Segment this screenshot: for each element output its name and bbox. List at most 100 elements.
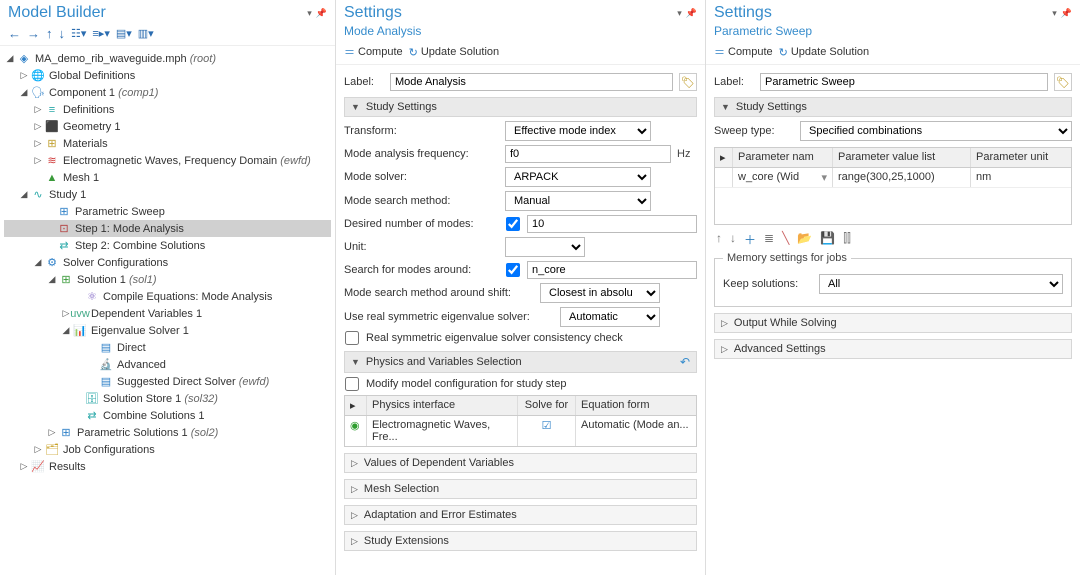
expand-icon[interactable]: ▷ <box>32 155 44 166</box>
tree-step1[interactable]: Step 1: Mode Analysis <box>75 223 184 235</box>
chart-icon[interactable]: ⫿⫿ <box>843 231 851 248</box>
around-input[interactable] <box>527 261 697 279</box>
dropdown-icon[interactable]: ▾ <box>677 8 682 19</box>
tree-advanced[interactable]: Advanced <box>117 359 166 371</box>
move-up-icon[interactable]: ↑ <box>716 231 722 248</box>
open-icon[interactable]: 📂 <box>797 231 812 248</box>
search-select[interactable]: Manual <box>505 191 651 211</box>
tree-sol1[interactable]: Solution 1 (sol1) <box>77 274 157 286</box>
transform-select[interactable]: Effective mode index <box>505 121 651 141</box>
unit-select[interactable] <box>505 237 585 257</box>
section-study-settings[interactable]: ▼Study Settings <box>714 97 1072 117</box>
expand-icon[interactable]: ◢ <box>4 53 16 64</box>
tree-component[interactable]: Component 1 (comp1) <box>49 87 158 99</box>
expand-icon[interactable]: ▷ <box>18 70 30 81</box>
param-values-cell[interactable]: range(300,25,1000) <box>833 168 971 187</box>
modify-checkbox[interactable] <box>344 377 360 391</box>
compute-button[interactable]: ＝Compute <box>714 44 773 60</box>
reset-icon[interactable]: ↶ <box>680 355 690 369</box>
tree-root[interactable]: MA_demo_rib_waveguide.mph (root) <box>35 53 216 65</box>
solve-check-icon[interactable]: ☑ <box>542 420 552 432</box>
move-down-icon[interactable]: ↓ <box>730 231 736 248</box>
parameter-row[interactable]: w_core (Wid ▾ range(300,25,1000) nm <box>715 168 1071 188</box>
pin-icon[interactable]: 📌 <box>1061 8 1072 19</box>
expand-icon[interactable]: ▷ <box>18 461 30 472</box>
tree-eigensolver[interactable]: Eigenvalue Solver 1 <box>91 325 189 337</box>
expand-icon[interactable]: ▷ <box>32 444 44 455</box>
label-input[interactable] <box>390 73 673 91</box>
nav-down-icon[interactable]: ↓ <box>59 26 66 41</box>
expand-icon[interactable]: ▷ <box>32 138 44 149</box>
add-icon[interactable]: ＋ <box>744 231 756 248</box>
physics-row[interactable]: ◉ Electromagnetic Waves, Fre... ☑ Automa… <box>345 416 696 446</box>
tree-definitions[interactable]: Definitions <box>63 104 114 116</box>
tree-depvars[interactable]: Dependent Variables 1 <box>91 308 202 320</box>
section-advanced[interactable]: ▷Advanced Settings <box>714 339 1072 359</box>
tree-global-definitions[interactable]: Global Definitions <box>49 70 135 82</box>
expand-icon[interactable]: ◢ <box>18 87 30 98</box>
tree-materials[interactable]: Materials <box>63 138 108 150</box>
modes-checkbox[interactable] <box>505 217 521 231</box>
tree-mesh[interactable]: Mesh 1 <box>63 172 99 184</box>
tree-compile[interactable]: Compile Equations: Mode Analysis <box>103 291 272 303</box>
tree-jobs[interactable]: Job Configurations <box>63 444 155 456</box>
tag-icon[interactable]: 🏷 <box>1054 73 1072 91</box>
expand-all-icon[interactable]: ☷▾ <box>71 27 86 40</box>
tree-psol[interactable]: Parametric Solutions 1 (sol2) <box>77 427 218 439</box>
tree-emwaves[interactable]: Electromagnetic Waves, Frequency Domain … <box>63 155 311 167</box>
tag-icon[interactable]: 🏷 <box>679 73 697 91</box>
tree-study[interactable]: Study 1 <box>49 189 86 201</box>
param-unit-cell[interactable]: nm <box>971 168 1071 187</box>
expand-icon[interactable]: ◢ <box>18 189 30 200</box>
show-icon[interactable]: ▤▾ <box>116 27 132 40</box>
expand-icon[interactable]: ▷ <box>46 427 58 438</box>
dropdown-icon[interactable]: ▾ <box>1052 8 1057 19</box>
expand-icon[interactable]: ◢ <box>46 274 58 285</box>
collapse-icon[interactable]: ≡▸▾ <box>92 27 109 40</box>
save-icon[interactable]: 💾 <box>820 231 835 248</box>
tree-solver-configs[interactable]: Solver Configurations <box>63 257 168 269</box>
tree-direct[interactable]: Direct <box>117 342 146 354</box>
freq-input[interactable] <box>505 145 671 163</box>
tree-step2[interactable]: Step 2: Combine Solutions <box>75 240 205 252</box>
tree-store[interactable]: Solution Store 1 (sol32) <box>103 393 218 405</box>
dropdown-icon[interactable]: ▾ <box>307 8 312 19</box>
dropdown-icon[interactable]: ▾ <box>821 171 827 184</box>
tree-parametric-sweep[interactable]: Parametric Sweep <box>75 206 165 218</box>
expand-icon[interactable]: ◢ <box>32 257 44 268</box>
tree-combine-sol[interactable]: Combine Solutions 1 <box>103 410 205 422</box>
expand-icon[interactable]: ◢ <box>60 325 72 336</box>
list-icon[interactable]: ≣ <box>764 231 774 248</box>
section-ext[interactable]: ▷Study Extensions <box>344 531 697 551</box>
realsym-select[interactable]: Automatic <box>560 307 660 327</box>
shift-select[interactable]: Closest in absolu <box>540 283 660 303</box>
section-adapt[interactable]: ▷Adaptation and Error Estimates <box>344 505 697 525</box>
solver-select[interactable]: ARPACK <box>505 167 651 187</box>
expand-icon[interactable]: ▷ <box>32 121 44 132</box>
section-mesh[interactable]: ▷Mesh Selection <box>344 479 697 499</box>
section-study-settings[interactable]: ▼Study Settings <box>344 97 697 117</box>
pin-icon[interactable]: 📌 <box>686 8 697 19</box>
label-input[interactable] <box>760 73 1048 91</box>
clear-icon[interactable]: ╲ <box>782 231 789 248</box>
section-dep-vars[interactable]: ▷Values of Dependent Variables <box>344 453 697 473</box>
modes-input[interactable] <box>527 215 697 233</box>
update-solution-button[interactable]: ↻Update Solution <box>409 46 500 59</box>
keep-select[interactable]: All <box>819 274 1063 294</box>
section-physics[interactable]: ▼Physics and Variables Selection↶ <box>344 351 697 373</box>
update-solution-button[interactable]: ↻Update Solution <box>779 46 870 59</box>
expand-icon[interactable]: ▷ <box>32 104 44 115</box>
filter-icon[interactable]: ▥▾ <box>138 27 154 40</box>
nav-back-icon[interactable]: ← <box>8 26 21 41</box>
tree-results[interactable]: Results <box>49 461 86 473</box>
tree-suggested[interactable]: Suggested Direct Solver (ewfd) <box>117 376 269 388</box>
tree-geometry[interactable]: Geometry 1 <box>63 121 120 133</box>
pin-icon[interactable]: 📌 <box>316 8 327 19</box>
consistency-checkbox[interactable] <box>344 331 360 345</box>
compute-button[interactable]: ＝Compute <box>344 44 403 60</box>
nav-fwd-icon[interactable]: → <box>27 26 40 41</box>
sweep-type-select[interactable]: Specified combinations <box>800 121 1072 141</box>
around-checkbox[interactable] <box>505 263 521 277</box>
nav-up-icon[interactable]: ↑ <box>46 26 53 41</box>
section-output[interactable]: ▷Output While Solving <box>714 313 1072 333</box>
